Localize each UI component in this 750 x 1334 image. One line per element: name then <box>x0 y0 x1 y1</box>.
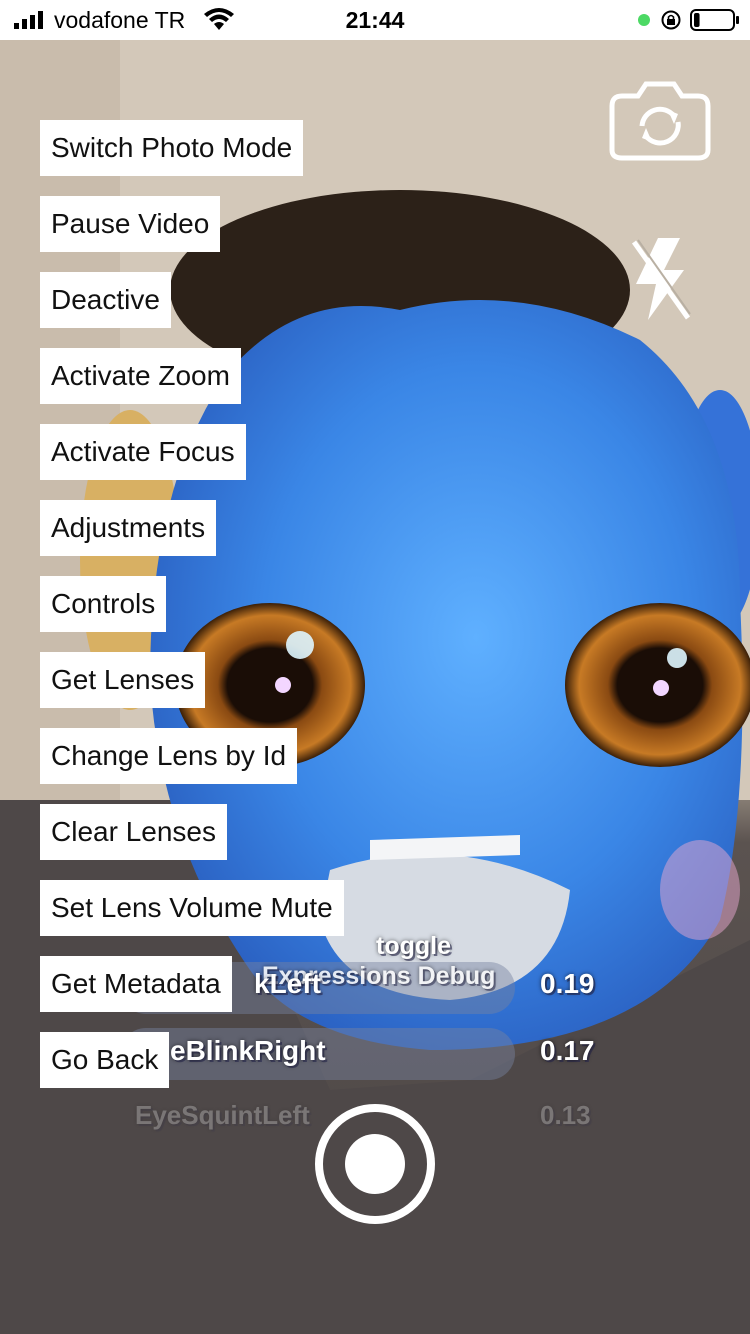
camera-switch-icon[interactable] <box>608 80 712 162</box>
debug-row-value: 0.17 <box>540 1035 595 1066</box>
rotation-lock-icon <box>661 10 681 30</box>
adjustments-button[interactable]: Adjustments <box>40 500 217 556</box>
activate-zoom-button[interactable]: Activate Zoom <box>40 348 241 404</box>
get-metadata-button[interactable]: Get Metadata <box>40 956 232 1012</box>
status-bar: vodafone TR 21:44 <box>0 0 750 40</box>
set-lens-volume-mute-button[interactable]: Set Lens Volume Mute <box>40 880 344 936</box>
debug-row-label: kLeft <box>254 968 321 999</box>
controls-button[interactable]: Controls <box>40 576 167 632</box>
switch-photo-mode-button[interactable]: Switch Photo Mode <box>40 120 304 176</box>
pause-video-button[interactable]: Pause Video <box>40 196 221 252</box>
green-dot-indicator <box>638 14 650 26</box>
battery-icon <box>690 9 739 31</box>
clear-lenses-button[interactable]: Clear Lenses <box>40 804 227 860</box>
shutter-record-icon <box>345 1134 405 1194</box>
debug-row-value: 0.19 <box>540 968 595 999</box>
flash-off-icon[interactable] <box>628 236 692 322</box>
debug-row-label: EyeSquintLeft <box>135 1100 310 1130</box>
debug-row-value: 0.13 <box>540 1100 591 1130</box>
change-lens-by-id-button[interactable]: Change Lens by Id <box>40 728 298 784</box>
debug-toggle-text: toggle <box>376 932 451 960</box>
go-back-button[interactable]: Go Back <box>40 1032 170 1088</box>
deactive-button[interactable]: Deactive <box>40 272 171 328</box>
shutter-record-button[interactable] <box>315 1104 435 1224</box>
debug-row-label: eBlinkRight <box>170 1035 326 1066</box>
get-lenses-button[interactable]: Get Lenses <box>40 652 206 708</box>
activate-focus-button[interactable]: Activate Focus <box>40 424 246 480</box>
